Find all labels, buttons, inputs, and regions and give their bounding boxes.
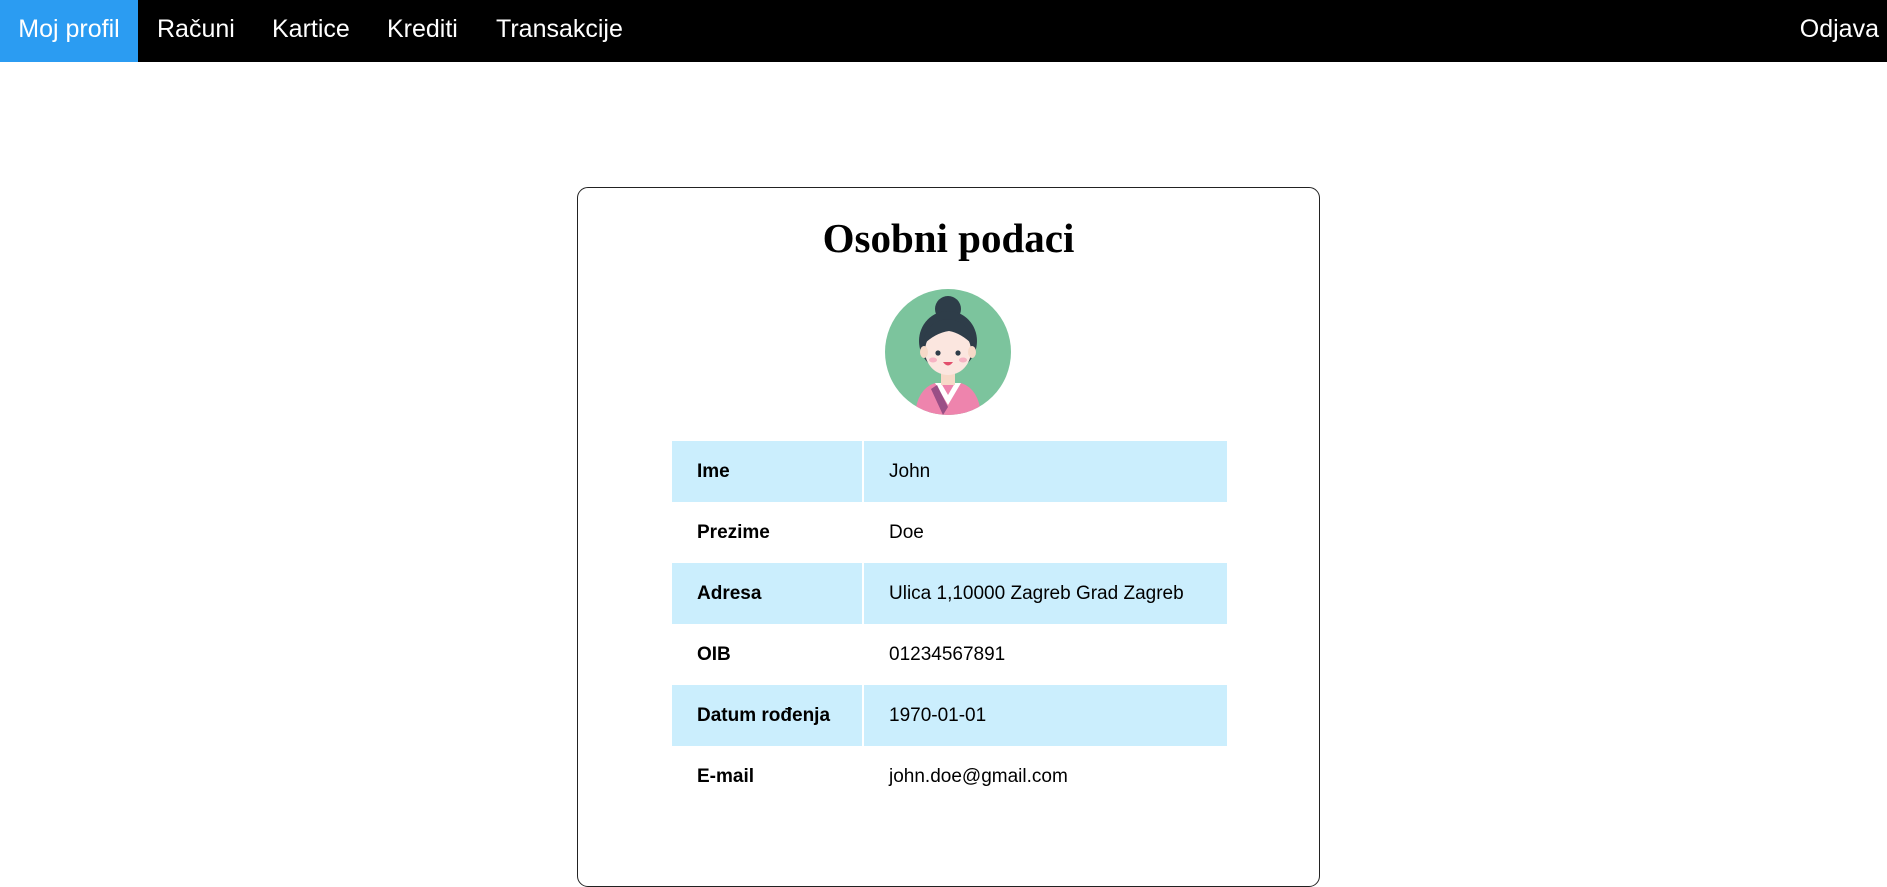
field-value-prezime: Doe xyxy=(889,521,924,543)
field-value-datum-rodenja: 1970-01-01 xyxy=(864,685,1227,746)
profile-card: Osobni podaci Ime John Prezime Doe Adres… xyxy=(577,187,1320,887)
table-row: Datum rođenja 1970-01-01 xyxy=(672,685,1227,746)
table-row: OIB 01234567891 xyxy=(672,624,1227,685)
field-value-ime: John xyxy=(864,441,1227,502)
nav-item-moj-profil[interactable]: Moj profil xyxy=(0,0,138,62)
nav-item-krediti[interactable]: Krediti xyxy=(387,0,458,62)
woman-avatar-icon xyxy=(885,289,1011,415)
field-value-email: john.doe@gmail.com xyxy=(889,765,1068,787)
field-label-oib: OIB xyxy=(672,624,864,685)
nav-item-transakcije[interactable]: Transakcije xyxy=(496,0,623,62)
nav-item-racuni[interactable]: Računi xyxy=(157,0,235,62)
personal-info-table: Ime John Prezime Doe Adresa Ulica 1,1000… xyxy=(672,441,1227,807)
field-label-datum-rodenja: Datum rođenja xyxy=(672,685,864,746)
table-row: Ime John xyxy=(672,441,1227,502)
table-row: Adresa Ulica 1,10000 Zagreb Grad Zagreb xyxy=(672,563,1227,624)
nav-item-kartice[interactable]: Kartice xyxy=(272,0,350,62)
field-value-oib: 01234567891 xyxy=(889,643,1006,665)
page-title: Osobni podaci xyxy=(822,215,1075,261)
field-label-prezime: Prezime xyxy=(672,502,864,563)
table-row: E-mail john.doe@gmail.com xyxy=(672,746,1227,807)
field-label-email: E-mail xyxy=(672,746,864,807)
table-row: Prezime Doe xyxy=(672,502,1227,563)
field-label-adresa: Adresa xyxy=(672,563,864,624)
logout-link[interactable]: Odjava xyxy=(1800,0,1879,62)
field-label-ime: Ime xyxy=(672,441,864,502)
field-value-adresa: Ulica 1,10000 Zagreb Grad Zagreb xyxy=(864,563,1227,624)
top-navbar: Moj profil Računi Kartice Krediti Transa… xyxy=(0,0,1887,62)
